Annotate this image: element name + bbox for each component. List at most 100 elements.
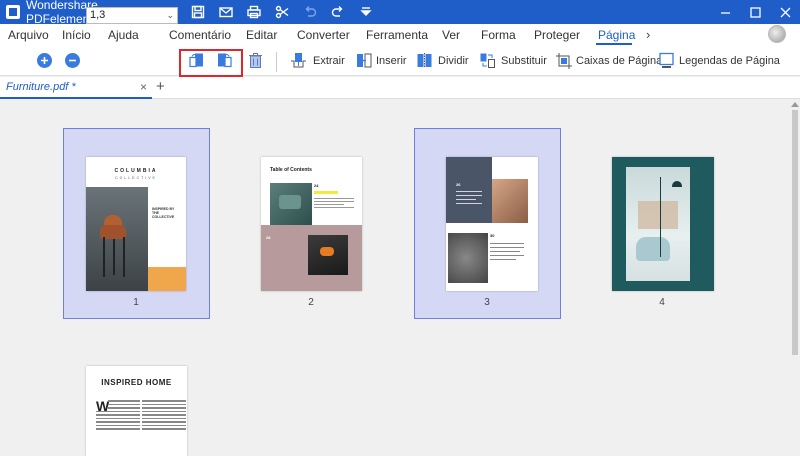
menu-item-comentario[interactable]: Comentário bbox=[169, 28, 231, 42]
menu-item-proteger[interactable]: Proteger bbox=[534, 28, 580, 42]
page-4-photo-interior bbox=[626, 167, 690, 281]
toolbar-divider bbox=[276, 52, 277, 72]
insert-label: Inserir bbox=[376, 54, 407, 67]
active-menu-indicator bbox=[596, 43, 632, 45]
menu-item-arquivo[interactable]: Arquivo bbox=[8, 28, 49, 42]
text-line bbox=[314, 207, 354, 208]
page-thumbnail-3[interactable]: 26 30 bbox=[446, 157, 538, 291]
minimize-icon[interactable] bbox=[710, 0, 740, 24]
lamp-shade-image bbox=[672, 181, 682, 187]
page-thumbnail-4[interactable] bbox=[612, 157, 714, 291]
maximize-icon[interactable] bbox=[740, 0, 770, 24]
close-icon[interactable] bbox=[770, 0, 800, 24]
page-thumbnail-2[interactable]: Table of Contents 24 28 bbox=[261, 157, 362, 291]
menu-item-editar[interactable]: Editar bbox=[246, 28, 277, 42]
page-2-title: Table of Contents bbox=[270, 167, 312, 173]
chair-leg bbox=[123, 237, 125, 277]
page-2-number-a: 24 bbox=[314, 183, 319, 188]
text-line bbox=[456, 199, 476, 200]
page-2-photo-chair bbox=[308, 235, 348, 275]
text-line bbox=[456, 195, 482, 196]
zoom-out-button[interactable] bbox=[64, 52, 81, 69]
extract-button[interactable]: Extrair bbox=[290, 52, 345, 69]
page-3-photo-top bbox=[492, 179, 528, 223]
app-logo-icon bbox=[6, 5, 20, 19]
page-thumbnail-1[interactable]: COLUMBIA COLLECTIVE INSPIRED BY THE COLL… bbox=[86, 157, 186, 291]
close-tab-icon[interactable]: × bbox=[140, 80, 147, 94]
scissors-icon[interactable] bbox=[268, 0, 296, 24]
menu-item-ferramenta[interactable]: Ferramenta bbox=[366, 28, 428, 42]
page-boxes-button[interactable]: Caixas de Página bbox=[555, 52, 662, 69]
page-1-body: INSPIRED BY THE COLLECTIVE bbox=[152, 207, 175, 219]
scroll-thumb[interactable] bbox=[792, 110, 798, 355]
page-3-photo-bottom bbox=[448, 233, 488, 283]
zoom-in-icon bbox=[37, 53, 52, 68]
dropdown-icon[interactable] bbox=[352, 0, 380, 24]
text-line bbox=[314, 204, 344, 205]
menu-bar: Arquivo Início Ajuda Comentário Editar C… bbox=[0, 24, 800, 46]
window-controls bbox=[710, 0, 800, 24]
chair-leg bbox=[113, 239, 115, 275]
text-line bbox=[490, 255, 524, 256]
shelf-image bbox=[638, 201, 678, 229]
split-icon bbox=[417, 53, 432, 68]
tab-label: Furniture.pdf * bbox=[6, 81, 76, 93]
tab-furniture-pdf[interactable]: Furniture.pdf * × bbox=[0, 77, 152, 99]
save-icon[interactable] bbox=[184, 0, 212, 24]
page-2-number-b: 28 bbox=[266, 235, 271, 240]
menu-more-chevron-icon[interactable]: › bbox=[646, 27, 650, 42]
zoom-in-button[interactable] bbox=[36, 52, 53, 69]
split-button[interactable]: Dividir bbox=[416, 52, 469, 69]
document-tab-bar: Furniture.pdf * × + bbox=[0, 77, 800, 99]
replace-button[interactable]: Substituir bbox=[479, 52, 547, 69]
menu-item-converter[interactable]: Converter bbox=[297, 28, 350, 42]
insert-icon bbox=[357, 53, 372, 68]
menu-item-ver[interactable]: Ver bbox=[442, 28, 460, 42]
text-line bbox=[490, 259, 516, 260]
quick-access-toolbar bbox=[156, 0, 380, 24]
print-icon[interactable] bbox=[240, 0, 268, 24]
text-line bbox=[456, 203, 482, 204]
page-labels-label: Legendas de Página bbox=[679, 54, 780, 67]
insert-button[interactable]: Inserir bbox=[355, 52, 407, 69]
page-2-highlight-bar bbox=[314, 191, 338, 194]
menu-item-inicio[interactable]: Início bbox=[62, 28, 91, 42]
page-1-photo bbox=[86, 187, 148, 291]
new-tab-button[interactable]: + bbox=[156, 78, 165, 95]
page-3-number-b: 30 bbox=[490, 233, 495, 238]
menu-item-ajuda[interactable]: Ajuda bbox=[108, 28, 139, 42]
armchair-image bbox=[636, 237, 670, 261]
page-labels-button[interactable]: Legendas de Página bbox=[658, 52, 780, 69]
vertical-scrollbar[interactable] bbox=[790, 100, 800, 450]
text-line bbox=[490, 247, 524, 248]
text-line bbox=[490, 243, 524, 244]
lamp-image bbox=[660, 177, 661, 257]
text-line bbox=[314, 201, 354, 202]
split-label: Dividir bbox=[438, 54, 469, 67]
redo-icon[interactable] bbox=[324, 0, 352, 24]
page-labels-icon bbox=[659, 52, 674, 68]
page-number-3: 3 bbox=[484, 297, 490, 308]
page-number-4: 4 bbox=[659, 297, 665, 308]
page-boxes-icon bbox=[556, 53, 572, 69]
extract-icon bbox=[291, 53, 306, 68]
page-thumbnail-5[interactable]: INSPIRED HOME W bbox=[86, 366, 187, 456]
undo-icon[interactable] bbox=[296, 0, 324, 24]
page-3-dark-block bbox=[446, 157, 492, 223]
page-number-1: 1 bbox=[133, 297, 139, 308]
chevron-down-icon: ⌄ bbox=[166, 10, 174, 20]
menu-item-pagina[interactable]: Página bbox=[598, 28, 635, 42]
text-line bbox=[456, 191, 482, 192]
page-5-column-left bbox=[96, 400, 140, 432]
menu-item-forma[interactable]: Forma bbox=[481, 28, 516, 42]
chair-leg bbox=[103, 237, 105, 277]
page-boxes-label: Caixas de Página bbox=[576, 54, 663, 67]
avatar[interactable] bbox=[768, 25, 786, 43]
page-5-title: INSPIRED HOME bbox=[101, 378, 172, 387]
mail-icon[interactable] bbox=[212, 0, 240, 24]
delete-page-button[interactable] bbox=[247, 52, 264, 69]
trash-icon bbox=[249, 53, 262, 68]
replace-icon bbox=[480, 53, 495, 68]
scroll-up-arrow-icon[interactable] bbox=[791, 102, 799, 107]
page-range-select[interactable]: 1,3 ⌄ bbox=[86, 7, 178, 24]
